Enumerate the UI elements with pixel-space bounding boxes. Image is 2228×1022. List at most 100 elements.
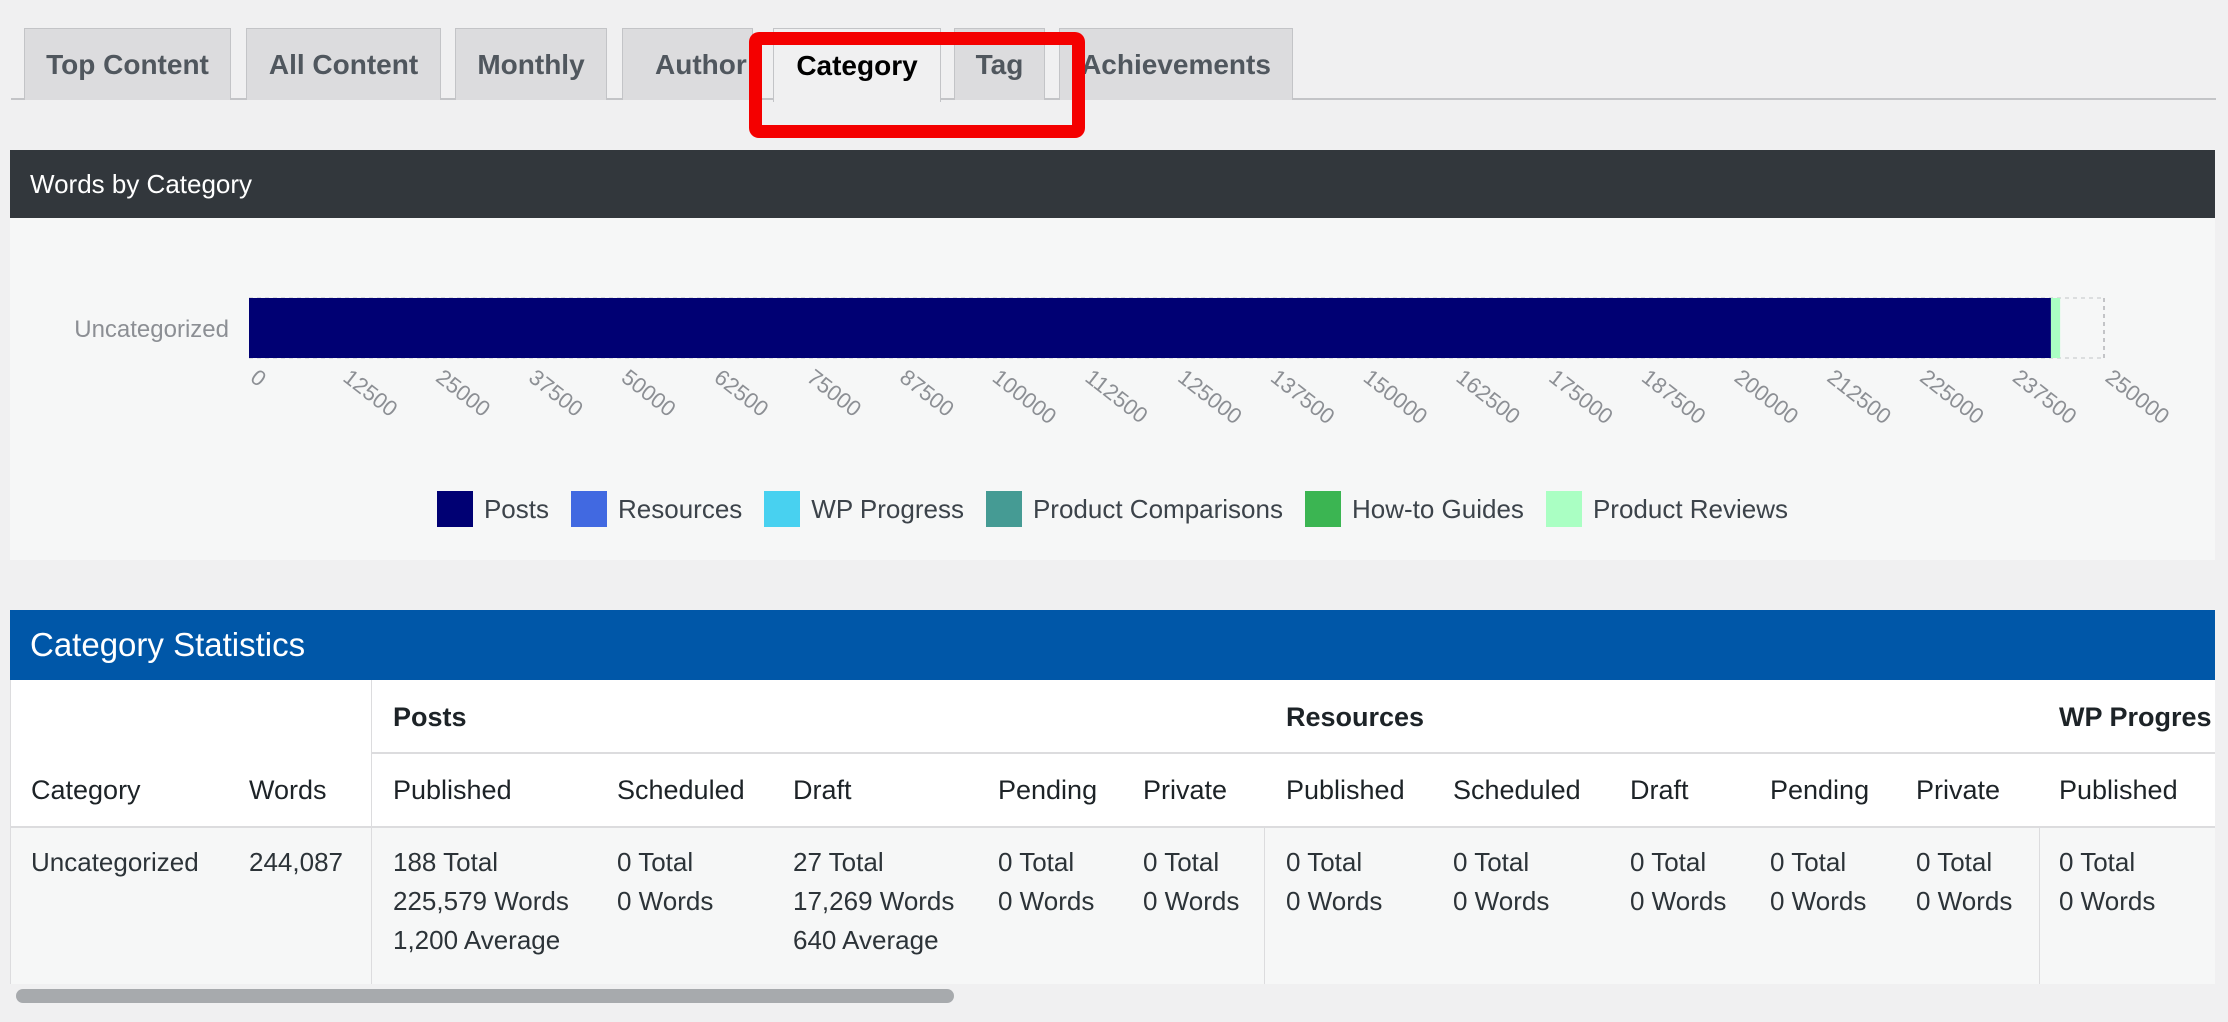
legend-swatch [985,491,1022,527]
column-separator [371,680,372,986]
legend-swatch [764,491,801,527]
cell-line: 0 Words [1770,886,1867,916]
tab-top-content[interactable]: Top Content [24,28,231,100]
legend-item[interactable]: How-to Guides [1304,491,1524,527]
x-tick-label: 212500 [1823,364,1896,429]
header-divider [10,826,2215,828]
legend-item[interactable]: Product Comparisons [985,491,1283,527]
col-wp-progress-published: Published [2059,775,2178,805]
cell-category: Uncategorized [31,847,199,877]
x-tick-label: 62500 [710,364,774,421]
cell-line: 0 Words [1286,886,1383,916]
cell-line: 640 Average [793,925,939,955]
legend-swatch [436,491,473,527]
x-tick-label: 87500 [895,364,959,421]
chart-legend: Posts Resources WP Progress Product Compari… [10,489,2215,529]
x-tick-label: 25000 [431,364,495,421]
cell-posts-pending: 0 Total 0 Words [998,843,1094,921]
group-header-wp-progress: WP Progres [2059,702,2212,732]
horizontal-scrollbar[interactable] [10,984,2215,1006]
legend-item[interactable]: Resources [571,491,742,527]
cell-line: 0 Words [998,886,1095,916]
legend-label: Resources [618,493,743,524]
cell-line: 0 Total [1453,847,1530,877]
cell-line: 225,579 Words [393,886,569,916]
cell-line: 0 Total [617,847,694,877]
tab-all-content[interactable]: All Content [246,28,441,100]
legend-item[interactable]: Posts [436,491,549,527]
category-label: Uncategorized [74,316,229,343]
words-by-category-chart: Uncategorized 0 12500 25000 37500 50000 62500 7… [74,297,2174,429]
x-tick-label: 175000 [1544,364,1617,429]
cell-line: 0 Total [1630,847,1707,877]
cell-line: 0 Total [2059,847,2136,877]
x-tick-label: 37500 [524,364,588,421]
tab-bar: Top Content All Content Monthly Author C… [11,26,2216,138]
col-resources-scheduled: Scheduled [1453,775,1581,805]
stats-title: Category Statistics [10,610,2215,680]
col-resources-published: Published [1286,775,1405,805]
legend-item[interactable]: Product Reviews [1545,491,1788,527]
cell-posts-draft: 27 Total 17,269 Words 640 Average [793,843,954,960]
legend-swatch [1545,491,1582,527]
col-resources-pending: Pending [1770,775,1870,805]
x-tick-label: 112500 [1081,364,1153,428]
cell-line: 0 Words [1143,886,1240,916]
x-tick-label: 162500 [1452,364,1525,429]
cell-line: 0 Total [1916,847,1993,877]
stats-table: Posts Resources WP Progres Category Word… [10,680,2215,1006]
cell-resources-scheduled: 0 Total 0 Words [1453,843,1549,921]
x-tick-label: 100000 [988,364,1061,429]
tab-category[interactable]: Category [773,28,941,102]
col-words: Words [249,775,327,805]
legend-swatch [1304,491,1341,527]
cell-line: 188 Total [393,847,499,877]
cell-posts-private: 0 Total 0 Words [1143,843,1239,921]
cell-line: 0 Total [1286,847,1363,877]
col-posts-private: Private [1143,775,1228,805]
stats-panel: Category Statistics Posts Resources WP P… [10,610,2215,1006]
col-resources-private: Private [1916,775,2001,805]
cell-line: 0 Words [617,886,714,916]
column-separator [2039,827,2040,987]
x-tick-label: 187500 [1637,364,1710,429]
cell-words: 244,087 [249,847,343,877]
cell-wp-progress-published: 0 Total 0 Words [2059,843,2155,921]
scrollbar-thumb[interactable] [16,989,954,1003]
col-posts-scheduled: Scheduled [617,775,745,805]
legend-label: Product Comparisons [1032,493,1283,524]
x-tick-label: 75000 [802,364,866,421]
legend-label: How-to Guides [1351,493,1524,524]
cell-resources-pending: 0 Total 0 Words [1770,843,1866,921]
legend-swatch [571,491,607,527]
col-posts-draft: Draft [793,775,852,805]
x-tick-label: 150000 [1359,364,1432,429]
col-posts-pending: Pending [998,775,1098,805]
cell-resources-draft: 0 Total 0 Words [1630,843,1726,921]
bar-product-reviews [2050,298,2061,358]
cell-line: 0 Words [2059,886,2156,916]
x-tick-label: 50000 [617,364,681,421]
chart-panel-title: Words by Category [10,150,2215,218]
tab-achievements[interactable]: Achievements [1059,28,1293,100]
x-tick-label: 137500 [1266,364,1339,429]
cell-line: 1,200 Average [393,925,561,955]
group-header-posts: Posts [393,702,467,732]
x-tick-label: 250000 [2101,364,2174,429]
cell-line: 27 Total [793,847,884,877]
bar-posts [249,298,2051,358]
cell-line: 0 Total [1143,847,1220,877]
tab-tag[interactable]: Tag [954,28,1045,100]
tab-author[interactable]: Author [622,28,753,100]
group-divider [371,752,2215,754]
tab-monthly[interactable]: Monthly [455,28,607,100]
cell-line: 0 Words [1630,886,1727,916]
x-tick-label: 237500 [2008,364,2081,429]
cell-line: 17,269 Words [793,886,955,916]
cell-line: 0 Total [998,847,1075,877]
cell-posts-scheduled: 0 Total 0 Words [617,843,713,921]
x-tick-label: 0 [246,364,271,391]
column-separator [1264,827,1265,987]
cell-line: 0 Words [1916,886,2013,916]
legend-item[interactable]: WP Progress [764,491,964,527]
